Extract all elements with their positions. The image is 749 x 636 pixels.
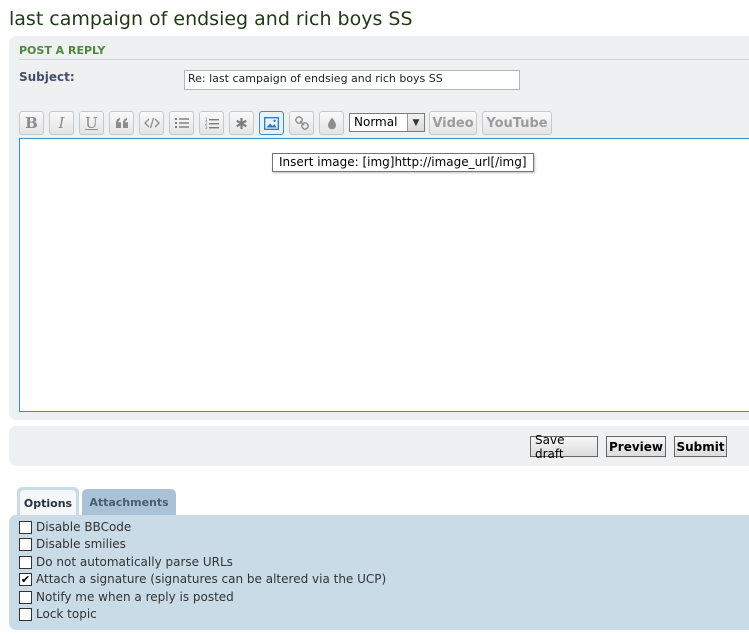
preview-button[interactable]: Preview [606, 436, 666, 457]
insert-image-button[interactable] [259, 111, 284, 135]
option-label: Disable BBCode [36, 520, 132, 534]
link-icon [294, 116, 309, 130]
tab-attachments[interactable]: Attachments [82, 489, 176, 516]
post-reply-panel: POST A REPLY Subject: Re: last campaign … [9, 36, 749, 420]
youtube-button[interactable]: YouTube [482, 111, 552, 135]
subject-label: Subject: [19, 70, 75, 84]
italic-icon: I [58, 114, 65, 132]
insert-link-button[interactable] [289, 111, 314, 135]
font-size-select[interactable]: Normal ▼ [349, 113, 425, 132]
option-lock-topic[interactable]: Lock topic [19, 606, 97, 622]
submit-button[interactable]: Submit [674, 436, 727, 457]
video-button[interactable]: Video [429, 111, 477, 135]
save-draft-button[interactable]: Save draft [530, 433, 598, 461]
option-disable-url-parsing[interactable]: Do not automatically parse URLs [19, 554, 233, 570]
code-button[interactable] [139, 111, 164, 135]
notify-reply-checkbox[interactable] [19, 590, 32, 604]
disable-bbcode-checkbox[interactable] [19, 520, 32, 534]
image-icon [264, 116, 279, 130]
subject-input[interactable]: Re: last campaign of endsieg and rich bo… [184, 70, 520, 90]
quote-icon [115, 118, 128, 128]
numbered-list-button[interactable]: 1 2 3 [199, 111, 224, 135]
tab-options-label: Options [20, 490, 76, 517]
tooltip: Insert image: [img]http://image_url[/img… [272, 153, 534, 172]
disable-smilies-checkbox[interactable] [19, 537, 32, 551]
tab-options[interactable]: Options [17, 487, 79, 517]
action-panel: Save draft Preview Submit [9, 426, 749, 466]
attach-signature-checkbox[interactable]: ✔ [19, 572, 32, 586]
numbered-list-icon: 1 2 3 [205, 117, 219, 130]
svg-text:3: 3 [205, 125, 208, 130]
lock-topic-checkbox[interactable] [19, 607, 32, 621]
option-attach-signature[interactable]: ✔ Attach a signature (signatures can be … [19, 571, 386, 587]
bold-icon: B [25, 114, 38, 132]
disable-url-parsing-checkbox[interactable] [19, 555, 32, 569]
italic-button[interactable]: I [49, 111, 74, 135]
option-label: Notify me when a reply is posted [36, 590, 234, 604]
option-notify-reply[interactable]: Notify me when a reply is posted [19, 589, 234, 605]
message-editor[interactable] [19, 138, 749, 412]
color-drop-icon [327, 117, 336, 129]
font-color-button[interactable] [319, 111, 344, 135]
option-disable-bbcode[interactable]: Disable BBCode [19, 519, 131, 535]
tab-attachments-label: Attachments [89, 496, 169, 509]
list-item-button[interactable] [229, 111, 254, 135]
checkmark-icon: ✔ [20, 572, 31, 586]
options-panel: Disable BBCode Disable smilies Do not au… [9, 515, 749, 630]
font-size-value: Normal [354, 115, 398, 129]
underline-button[interactable]: U [79, 111, 104, 135]
option-label: Do not automatically parse URLs [36, 555, 233, 569]
option-disable-smilies[interactable]: Disable smilies [19, 536, 126, 552]
panel-heading: POST A REPLY [19, 44, 749, 60]
bold-button[interactable]: B [19, 111, 44, 135]
underline-icon: U [85, 114, 98, 132]
list-item-icon [236, 117, 247, 129]
chevron-down-icon: ▼ [407, 114, 424, 131]
option-label: Disable smilies [36, 537, 126, 551]
list-button[interactable] [169, 111, 194, 135]
code-icon [143, 117, 160, 129]
option-label: Lock topic [36, 607, 97, 621]
quote-button[interactable] [109, 111, 134, 135]
list-icon [174, 118, 189, 128]
option-label: Attach a signature (signatures can be al… [36, 572, 387, 586]
topic-title: last campaign of endsieg and rich boys S… [9, 8, 413, 30]
